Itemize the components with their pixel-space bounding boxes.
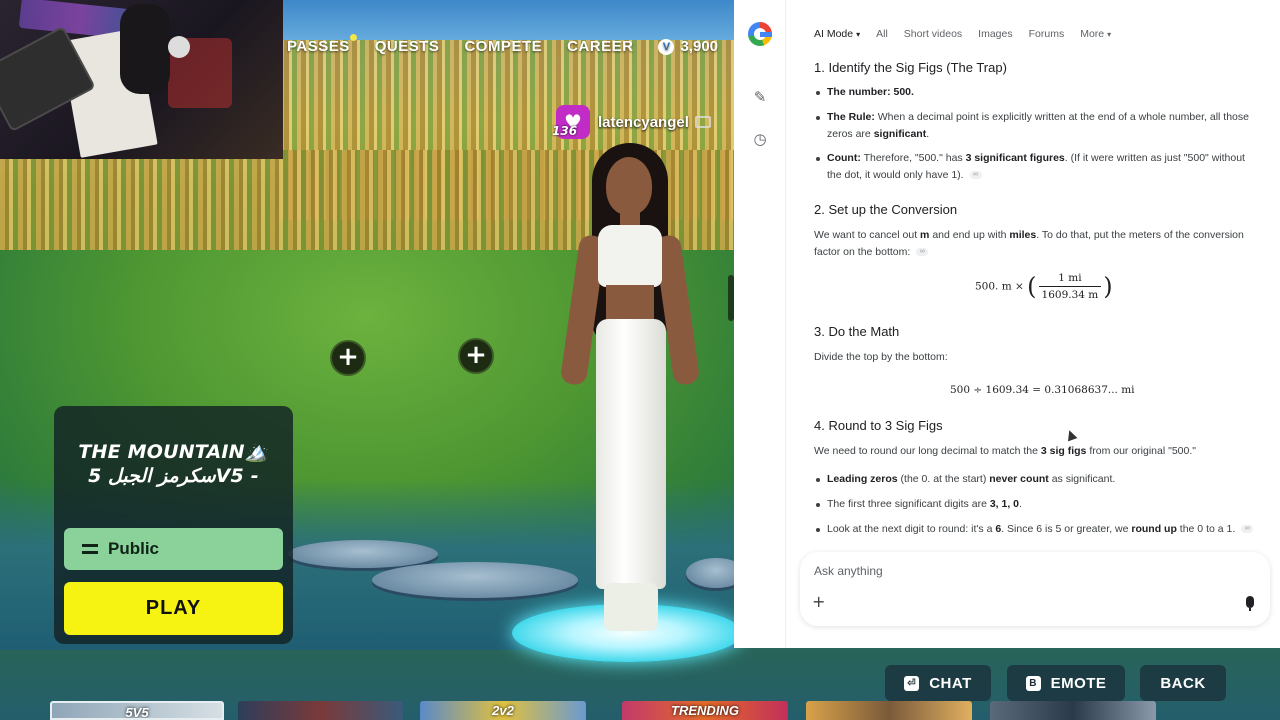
vbucks-icon: V [658, 38, 675, 55]
platform-disc [372, 562, 578, 598]
step3-text: Divide the top by the bottom: [814, 351, 948, 363]
caret-down-icon: ▾ [856, 30, 861, 39]
mode-panel: THE MOUNTAIN🏔️ سكرمز الجبل 5V5 - Public … [54, 406, 293, 644]
list-item: The Rule: When a decimal point is explic… [814, 109, 1254, 142]
mode-tile[interactable]: 5V5 [50, 701, 224, 720]
profile-card-icon [694, 116, 711, 128]
b-key-icon: B [1025, 675, 1041, 691]
player-nametag: ♥ 136 latencyangel [552, 104, 711, 140]
mode-title: THE MOUNTAIN🏔️ سكرمز الجبل 5V5 - [54, 440, 293, 488]
ask-box: + [800, 552, 1270, 626]
vbucks-balance[interactable]: V 3,900 [658, 38, 718, 55]
mode-tile[interactable]: 2v2 [420, 701, 586, 720]
division-equation: 500 ÷ 1609.34 = 0.31068637... mi [950, 384, 1135, 396]
notification-dot [349, 34, 357, 41]
nav-compete[interactable]: COMPETE [464, 38, 542, 55]
vbucks-amount: 3,900 [680, 38, 719, 55]
player-level: 136 [552, 124, 578, 138]
heart-icon: ♥ 136 [552, 105, 590, 139]
ask-input[interactable] [814, 562, 1194, 580]
back-button[interactable]: BACK [1140, 665, 1226, 701]
add-party-member-button[interactable]: + [458, 338, 494, 374]
emote-label: EMOTE [1050, 674, 1107, 692]
chat-label: CHAT [929, 674, 972, 692]
mode-tile[interactable] [238, 701, 403, 720]
tab-forums[interactable]: Forums [1029, 28, 1065, 40]
back-label: BACK [1160, 674, 1206, 692]
sliders-icon [82, 543, 98, 555]
list-item: The first three significant digits are 3… [814, 496, 1254, 513]
nav-quests[interactable]: QUESTS [375, 38, 440, 55]
history-icon[interactable]: ◷ [751, 130, 769, 148]
link-icon[interactable]: ∞ [1241, 525, 1254, 534]
player-character [559, 135, 701, 635]
edit-icon[interactable]: ✎ [751, 88, 769, 106]
play-button[interactable]: PLAY [64, 582, 283, 635]
chat-button[interactable]: ⏎ CHAT [885, 665, 991, 701]
step4-text: We need to round our long decimal to mat… [814, 445, 1196, 457]
link-icon[interactable]: ∞ [969, 170, 982, 179]
privacy-button[interactable]: Public [64, 528, 283, 570]
tab-short-videos[interactable]: Short videos [904, 28, 962, 40]
microphone-icon[interactable] [1246, 596, 1254, 611]
privacy-label: Public [108, 539, 160, 558]
mode-tile[interactable] [990, 701, 1156, 720]
list-item: Look at the next digit to round: it's a … [814, 521, 1254, 538]
mode-tile[interactable] [806, 701, 972, 720]
platform-disc [288, 540, 438, 568]
tab-ai-mode[interactable]: AI Mode ▾ [814, 28, 860, 40]
mode-tile[interactable]: TRENDING [622, 701, 788, 720]
tab-images[interactable]: Images [978, 28, 1012, 40]
top-nav: PASSES QUESTS COMPETE CAREER V 3,900 [287, 34, 718, 55]
nav-passes[interactable]: PASSES [287, 34, 357, 55]
browser-sidebar: ✎ ◷ [734, 0, 786, 648]
mode-tiles-row: 5V5 2v2 TRENDING [0, 697, 1280, 720]
step3-heading: 3. Do the Math [814, 324, 900, 339]
conversion-equation: 500. m × (1 mi 1609.34 m) [975, 272, 1113, 301]
step2-text: We want to cancel out m and end up with … [814, 229, 1244, 258]
step1-heading: 1. Identify the Sig Figs (The Trap) [814, 60, 1007, 75]
mode-title-line2: سكرمز الجبل 5V5 - [88, 465, 259, 487]
add-party-member-button[interactable]: + [330, 340, 366, 376]
caret-down-icon: ▾ [1107, 30, 1112, 39]
step4-heading: 4. Round to 3 Sig Figs [814, 418, 943, 433]
link-icon[interactable]: ∞ [916, 247, 929, 256]
tab-more[interactable]: More ▾ [1080, 28, 1111, 40]
search-tabs: AI Mode ▾ All Short videos Images Forums … [814, 28, 1127, 40]
step2-heading: 2. Set up the Conversion [814, 202, 958, 217]
browser-panel: ✎ ◷ AI Mode ▾ All Short videos Images For… [734, 0, 1280, 648]
emote-button[interactable]: B EMOTE [1007, 665, 1125, 701]
google-logo-icon[interactable] [748, 22, 772, 46]
player-name: latencyangel [598, 113, 689, 131]
list-item: Count: Therefore, "500." has 3 significa… [814, 150, 1254, 183]
tab-all[interactable]: All [876, 28, 888, 40]
nav-career[interactable]: CAREER [567, 38, 633, 55]
list-item: The number: 500. [814, 84, 1254, 101]
list-item: Leading zeros (the 0. at the start) neve… [814, 471, 1254, 488]
enter-key-icon: ⏎ [904, 675, 920, 691]
plus-icon[interactable]: + [812, 592, 825, 611]
webcam-overlay [0, 0, 283, 159]
mode-title-line1: THE MOUNTAIN🏔️ [78, 441, 269, 463]
